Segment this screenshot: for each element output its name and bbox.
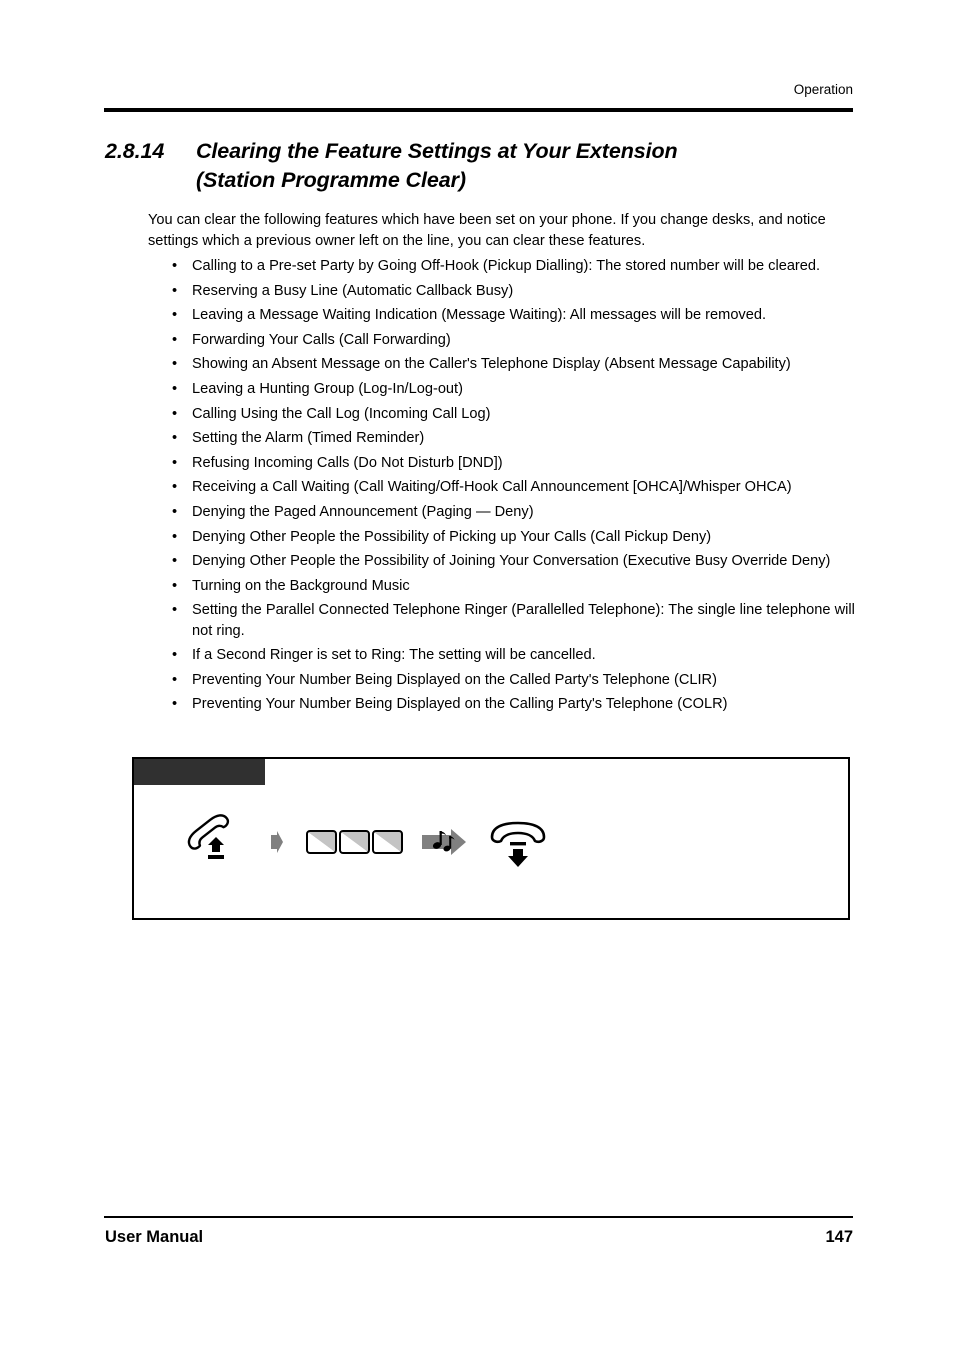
intro-paragraph: You can clear the following features whi… <box>148 212 826 249</box>
list-item: • Leaving a Hunting Group (Log-In/Log-out… <box>172 379 862 399</box>
list-item-label: Leaving a Hunting Group (Log-In/Log-out) <box>192 380 463 397</box>
bullet-marker: • <box>172 380 178 397</box>
list-item-label: Denying Other People the Possibility of … <box>192 553 831 570</box>
list-item-label: Denying the Paged Announcement (Paging —… <box>192 503 534 520</box>
running-head: Operation <box>793 82 853 97</box>
keypad-keys-icon <box>306 830 403 854</box>
list-item-label: Showing an Absent Message on the Caller'… <box>192 356 791 373</box>
header-rule <box>104 108 853 112</box>
bullet-marker: • <box>172 405 178 422</box>
list-item: • Denying Other People the Possibility of… <box>172 527 862 547</box>
list-item-label: Denying Other People the Possibility of … <box>192 528 712 545</box>
list-item: • Preventing Your Number Being Displayed … <box>172 694 862 714</box>
list-item: • Turning on the Background Music <box>172 576 862 596</box>
bullet-marker: • <box>172 356 178 373</box>
bullet-marker: • <box>172 647 178 664</box>
bullet-marker: • <box>172 553 178 570</box>
list-item-label: Reserving a Busy Line (Automatic Callbac… <box>192 282 514 299</box>
bullet-marker: • <box>172 528 178 545</box>
list-item-label: Calling Using the Call Log (Incoming Cal… <box>192 405 491 422</box>
bullet-marker: • <box>172 696 178 713</box>
bullet-marker: • <box>172 577 178 594</box>
onhook-handset-icon <box>487 811 549 873</box>
manual-page: Operation 2.8.14 Clearing the Feature Se… <box>0 0 954 1351</box>
list-item: • Setting the Alarm (Timed Reminder) <box>172 428 862 448</box>
keypad-key <box>306 830 337 854</box>
list-item-label: Receiving a Call Waiting (Call Waiting/O… <box>192 479 792 496</box>
list-item: • Denying the Paged Announcement (Paging … <box>172 502 862 522</box>
section-title-line1: Clearing the Feature Settings at Your Ex… <box>196 139 678 163</box>
bullet-marker: • <box>172 307 178 324</box>
list-item-label: If a Second Ringer is set to Ring: The s… <box>192 647 596 664</box>
diagram-step-flow <box>182 807 549 877</box>
list-item-label: Setting the Parallel Connected Telephone… <box>192 602 855 639</box>
list-item-label: Forwarding Your Calls (Call Forwarding) <box>192 331 451 348</box>
bullet-marker: • <box>172 331 178 348</box>
list-item: • Reserving a Busy Line (Automatic Callba… <box>172 281 862 301</box>
list-item: • Leaving a Message Waiting Indication (M… <box>172 305 862 325</box>
list-item: • Refusing Incoming Calls (Do Not Disturb… <box>172 453 862 473</box>
list-item: • Calling Using the Call Log (Incoming Ca… <box>172 404 862 424</box>
list-item: • Forwarding Your Calls (Call Forwarding) <box>172 330 862 350</box>
list-item-label: Refusing Incoming Calls (Do Not Disturb … <box>192 454 503 471</box>
list-item: • Showing an Absent Message on the Caller… <box>172 354 862 374</box>
page-title: 2.8.14 Clearing the Feature Settings at … <box>105 137 865 195</box>
confirmation-tone-arrow-icon <box>421 827 467 857</box>
operation-diagram <box>132 757 850 920</box>
keypad-key <box>372 830 403 854</box>
arrow-right-icon <box>270 830 284 854</box>
section-number: 2.8.14 <box>105 139 165 163</box>
bullet-marker: • <box>172 602 178 619</box>
list-item-label: Leaving a Message Waiting Indication (Me… <box>192 307 767 324</box>
footer-rule <box>104 1216 853 1218</box>
bullet-marker: • <box>172 479 178 496</box>
list-item-label: Preventing Your Number Being Displayed o… <box>192 696 728 713</box>
bullet-marker: • <box>172 454 178 471</box>
bullet-marker: • <box>172 258 178 274</box>
feature-list: • Calling to a Pre-set Party by Going Off… <box>172 256 862 719</box>
keypad-key <box>339 830 370 854</box>
diagram-header-tab <box>134 759 265 785</box>
bullet-marker: • <box>172 430 178 447</box>
list-item-label: Setting the Alarm (Timed Reminder) <box>192 430 425 447</box>
list-item: • If a Second Ringer is set to Ring: The … <box>172 645 862 665</box>
bullet-marker: • <box>172 282 178 299</box>
page-number: 147 <box>825 1228 853 1246</box>
list-item: • Setting the Parallel Connected Telephon… <box>172 600 862 640</box>
bullet-marker: • <box>172 503 178 520</box>
offhook-handset-icon <box>182 811 244 873</box>
list-item: • Denying Other People the Possibility of… <box>172 551 862 571</box>
bullet-marker: • <box>172 671 178 688</box>
list-item-label: Preventing Your Number Being Displayed o… <box>192 671 717 688</box>
list-item: • Preventing Your Number Being Displayed … <box>172 670 862 690</box>
list-item: • Receiving a Call Waiting (Call Waiting/… <box>172 477 862 497</box>
section-title-line2: (Station Programme Clear) <box>196 168 466 192</box>
list-item: • Calling to a Pre-set Party by Going Off… <box>172 256 862 276</box>
list-item-label: Turning on the Background Music <box>192 577 410 594</box>
list-item-label: Calling to a Pre-set Party by Going Off-… <box>192 258 821 274</box>
